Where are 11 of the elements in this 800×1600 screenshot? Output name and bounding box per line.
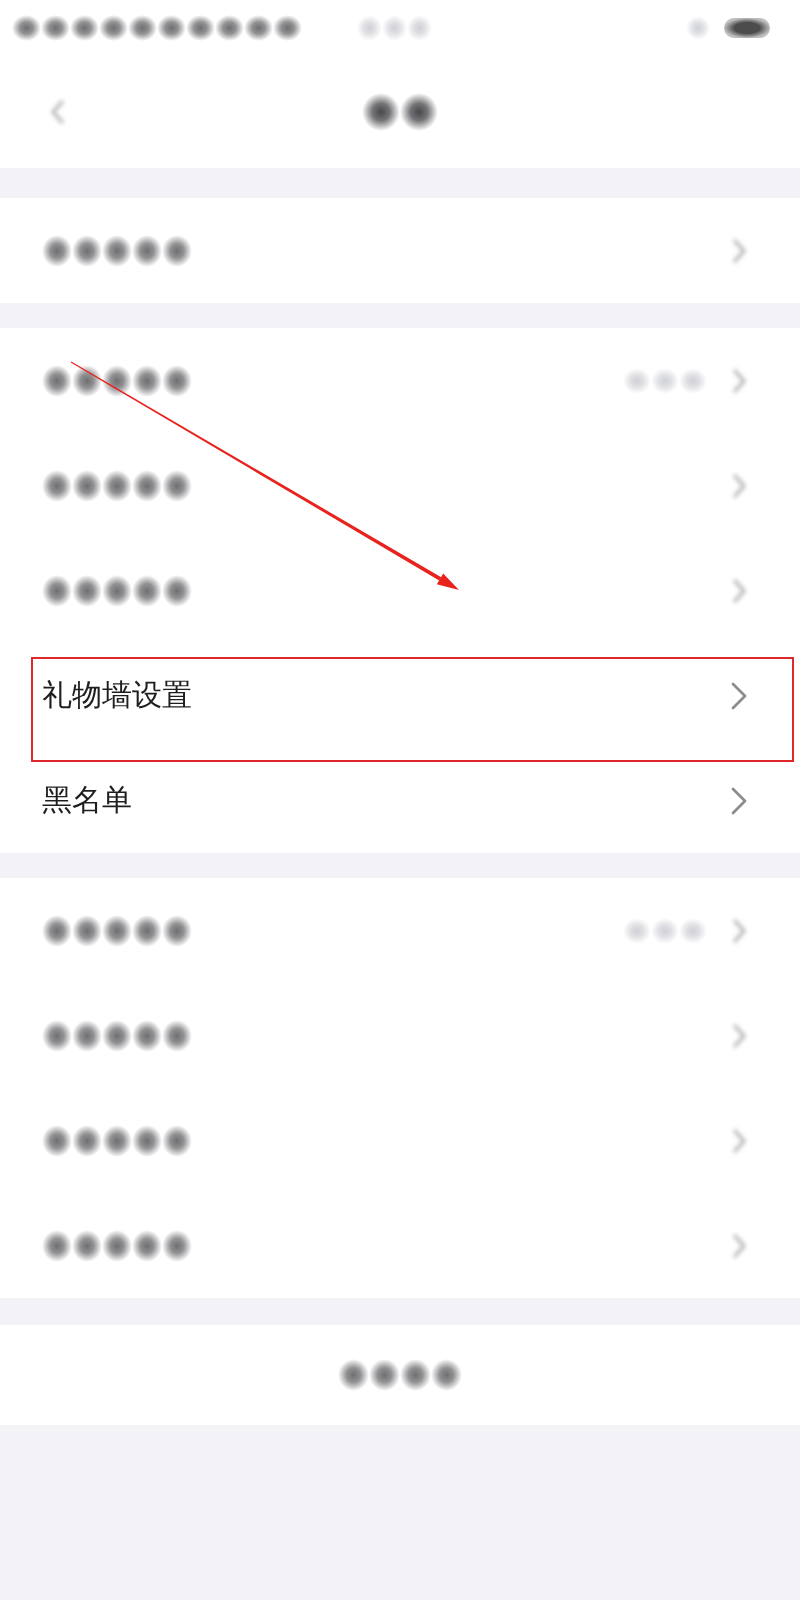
settings-row[interactable]	[0, 1193, 800, 1298]
settings-row[interactable]: 礼物墙设置	[0, 643, 800, 748]
settings-row[interactable]	[0, 878, 800, 983]
settings-row[interactable]: 黑名单	[0, 748, 800, 853]
bottom-button[interactable]	[0, 1325, 800, 1425]
settings-row[interactable]	[0, 328, 800, 433]
blurred-status-icon	[686, 15, 710, 40]
battery-icon	[724, 17, 770, 38]
chevron-icon	[730, 785, 748, 816]
settings-row[interactable]	[0, 198, 800, 303]
chevron-icon	[730, 680, 748, 711]
